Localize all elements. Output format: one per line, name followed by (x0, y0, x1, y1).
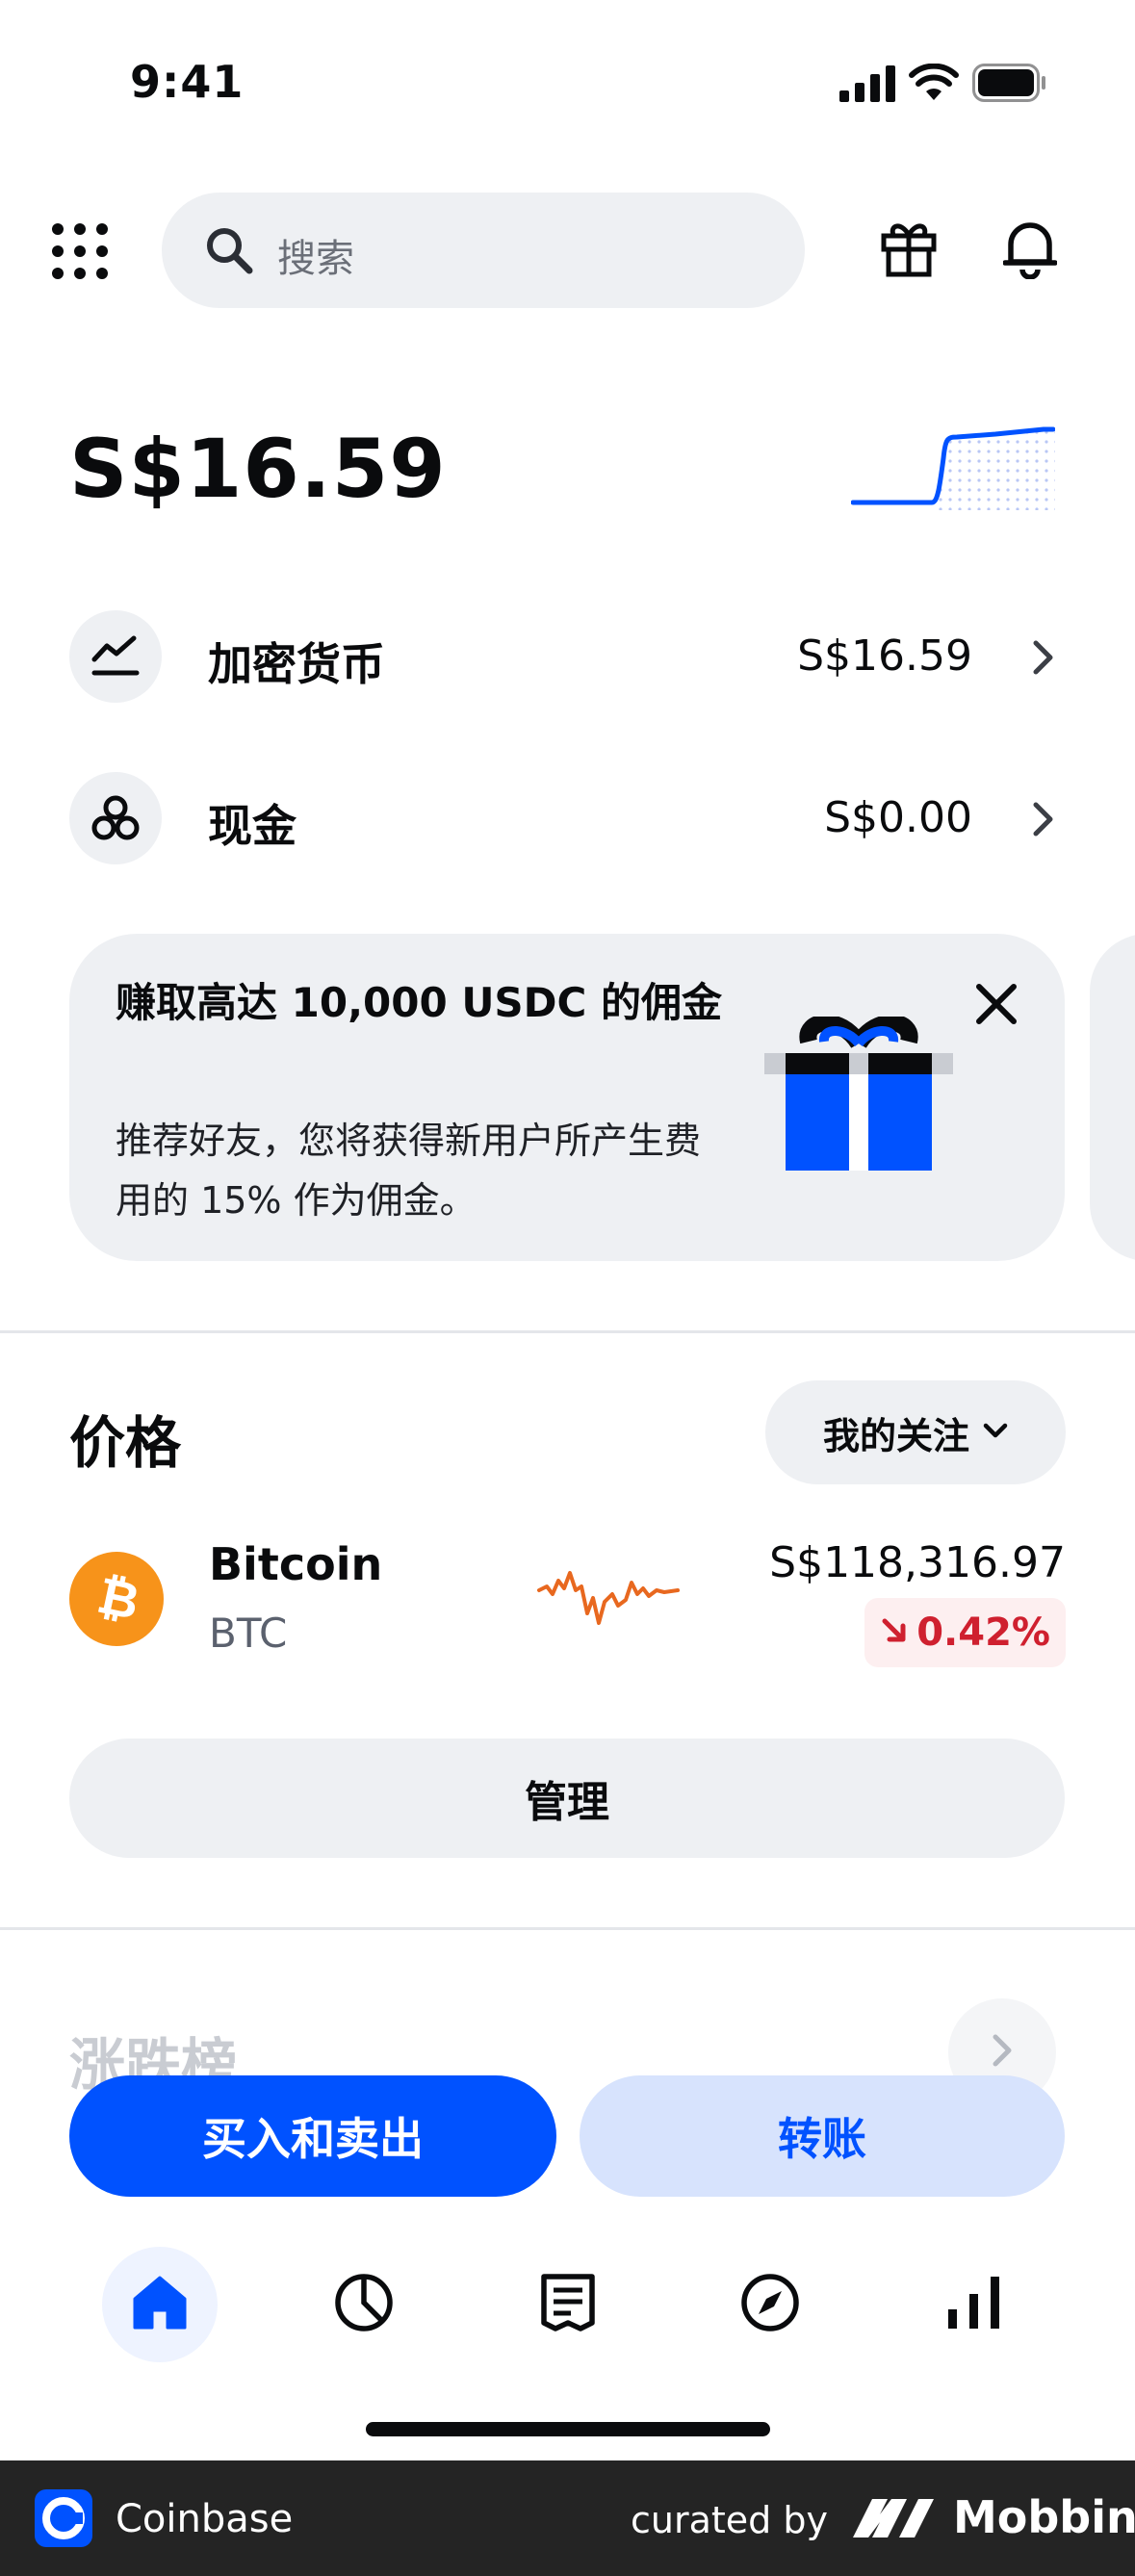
markets-bars-icon (946, 2275, 1002, 2334)
screen: 9:41 搜索 S$16.59 加密货币 S$16.59 现金 S$0.00 赚… (0, 0, 1135, 2576)
cash-row-label: 现金 (208, 800, 297, 852)
search-placeholder: 搜索 (277, 237, 354, 281)
buy-sell-button[interactable]: 买入和卖出 (69, 2075, 556, 2197)
portfolio-balance: S$16.59 (69, 422, 447, 516)
footer-brand: Coinbase (116, 2497, 294, 2541)
crypto-row-label: 加密货币 (208, 638, 385, 690)
transfer-button[interactable]: 转账 (580, 2075, 1065, 2197)
crypto-row[interactable]: 加密货币 S$16.59 (69, 610, 1065, 703)
asset-price: S$118,316.97 (769, 1538, 1066, 1587)
bell-icon[interactable] (1002, 218, 1058, 283)
tab-home[interactable] (102, 2247, 218, 2362)
asset-symbol: BTC (209, 1610, 288, 1657)
home-indicator (366, 2422, 770, 2436)
battery-icon (972, 64, 1047, 106)
chevron-right-icon (1032, 801, 1055, 841)
coinbase-logo-icon (35, 2489, 92, 2551)
footer-mobbin: Mobbin (953, 2491, 1135, 2543)
explore-compass-icon (740, 2273, 800, 2336)
cash-row[interactable]: 现金 S$0.00 (69, 772, 1065, 864)
asset-change-badge: 0.42% (864, 1598, 1066, 1667)
search-input[interactable]: 搜索 (162, 193, 805, 308)
mobbin-logo-icon (851, 2495, 938, 2545)
chevron-right-icon (1032, 639, 1055, 680)
manage-watchlist-button[interactable]: 管理 (69, 1739, 1065, 1858)
next-promo-card-peek[interactable] (1090, 934, 1135, 1261)
watchlist-filter-label: 我的关注 (822, 1414, 969, 1457)
portfolio-pie-icon (334, 2273, 394, 2336)
tab-transactions[interactable] (510, 2247, 626, 2362)
arrow-down-right-icon (880, 1610, 909, 1655)
referral-promo-card[interactable]: 赚取高达 10,000 USDC 的佣金 推荐好友，您将获得新用户所产生费用的 … (69, 934, 1065, 1261)
tab-markets[interactable] (916, 2247, 1032, 2362)
home-icon (131, 2274, 189, 2335)
gift-icon[interactable] (880, 219, 938, 281)
asset-change-value: 0.42% (916, 1610, 1050, 1655)
cellular-signal-icon (839, 65, 897, 106)
promo-body: 推荐好友，您将获得新用户所产生费用的 15% 作为佣金。 (116, 1120, 702, 1222)
crypto-chart-icon (69, 610, 162, 703)
wifi-icon (909, 63, 959, 106)
footer-curated-by: curated by (631, 2499, 828, 2541)
transactions-receipt-icon (540, 2273, 596, 2336)
chevron-right-icon (992, 2033, 1013, 2072)
cash-row-value: S$0.00 (824, 793, 972, 842)
search-icon (204, 225, 254, 279)
chevron-down-icon (983, 1423, 1008, 1442)
tab-explore[interactable] (712, 2247, 828, 2362)
close-icon[interactable] (974, 982, 1019, 1030)
apps-grid-icon[interactable] (50, 221, 110, 285)
section-divider (0, 1927, 1135, 1930)
attribution-footer: Coinbase curated by Mobbin (0, 2460, 1135, 2576)
promo-title: 赚取高达 10,000 USDC 的佣金 (116, 979, 722, 1026)
crypto-row-value: S$16.59 (797, 631, 972, 681)
bitcoin-logo-icon: ₿ (69, 1552, 164, 1650)
cash-coins-icon (69, 772, 162, 864)
gift-box-illustration-icon (764, 1014, 953, 1174)
prices-section-title: 价格 (69, 1410, 182, 1476)
balance-sparkline[interactable] (850, 420, 1056, 514)
asset-name: Bitcoin (209, 1538, 383, 1590)
status-time: 9:41 (130, 56, 245, 108)
section-divider (0, 1330, 1135, 1333)
tab-portfolio[interactable] (306, 2247, 422, 2362)
watchlist-filter-dropdown[interactable]: 我的关注 (765, 1380, 1066, 1484)
asset-sparkline (537, 1552, 680, 1633)
